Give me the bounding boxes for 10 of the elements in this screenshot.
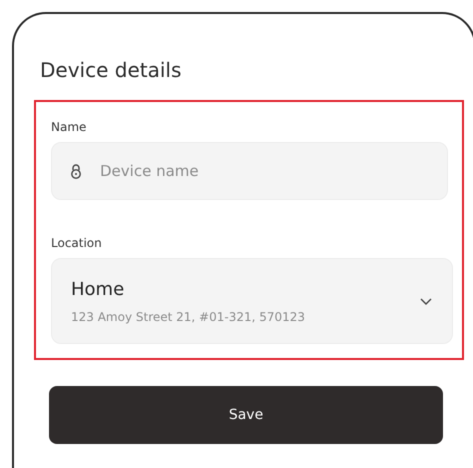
location-value: Home bbox=[71, 278, 126, 300]
field-label: Location bbox=[51, 236, 102, 250]
location-address: 123 Amoy Street 21, #01-321, 570123 bbox=[71, 310, 306, 324]
lock-icon bbox=[70, 164, 82, 179]
location-dropdown[interactable]: Home 123 Amoy Street 21, #01-321, 570123 bbox=[51, 258, 453, 344]
page-title: Device details bbox=[40, 58, 182, 82]
field-label: Name bbox=[51, 120, 86, 134]
chevron-down-icon bbox=[420, 298, 432, 304]
name-field[interactable]: Device name bbox=[51, 142, 448, 200]
save-button[interactable]: Save bbox=[49, 386, 443, 444]
